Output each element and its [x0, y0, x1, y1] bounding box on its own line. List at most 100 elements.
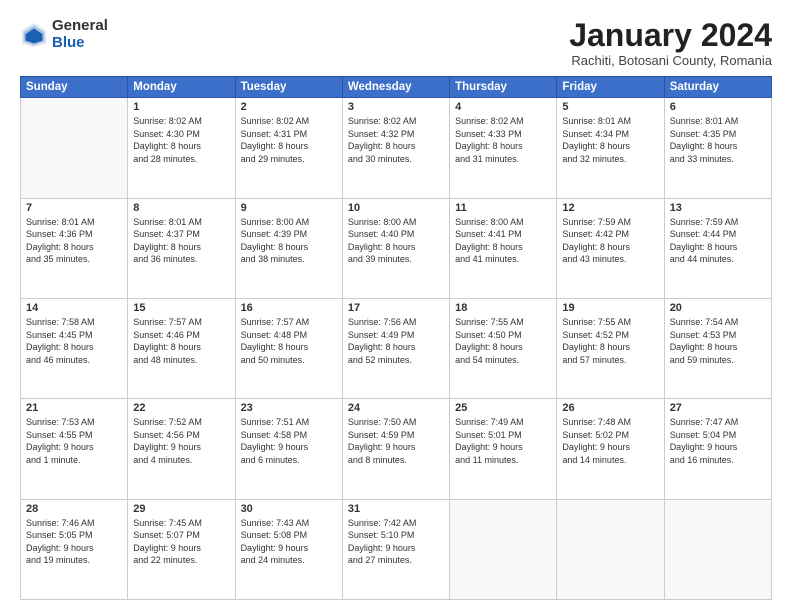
table-row: 7Sunrise: 8:01 AM Sunset: 4:36 PM Daylig… [21, 198, 128, 298]
calendar-week-row: 1 Sunrise: 8:02 AM Sunset: 4:30 PM Daylig… [21, 98, 772, 198]
day-detail: Sunrise: 8:02 AM Sunset: 4:30 PM Dayligh… [133, 115, 229, 165]
table-row: 23 Sunrise: 7:51 AM Sunset: 4:58 PM Dayli… [235, 399, 342, 499]
table-row: 30Sunrise: 7:43 AM Sunset: 5:08 PM Dayli… [235, 499, 342, 599]
day-detail: Sunrise: 8:00 AM Sunset: 4:41 PM Dayligh… [455, 216, 551, 266]
day-detail: Sunrise: 8:02 AM Sunset: 4:31 PM Dayligh… [241, 115, 337, 165]
table-row: 17 Sunrise: 7:56 AM Sunset: 4:49 PM Dayli… [342, 298, 449, 398]
day-detail: Sunrise: 8:01 AM Sunset: 4:34 PM Dayligh… [562, 115, 658, 165]
day-detail: Sunrise: 8:02 AM Sunset: 4:33 PM Dayligh… [455, 115, 551, 165]
calendar-week-row: 21 Sunrise: 7:53 AM Sunset: 4:55 PM Dayli… [21, 399, 772, 499]
day-number: 31 [348, 503, 444, 515]
day-number: 27 [670, 402, 766, 414]
day-detail: Sunrise: 7:55 AM Sunset: 4:50 PM Dayligh… [455, 316, 551, 366]
logo-blue: Blue [52, 35, 108, 52]
day-number: 11 [455, 202, 551, 214]
table-row: 24Sunrise: 7:50 AM Sunset: 4:59 PM Dayli… [342, 399, 449, 499]
day-detail: Sunrise: 7:42 AM Sunset: 5:10 PM Dayligh… [348, 517, 444, 567]
day-number: 26 [562, 402, 658, 414]
day-detail: Sunrise: 7:47 AM Sunset: 5:04 PM Dayligh… [670, 416, 766, 466]
table-row: 14 Sunrise: 7:58 AM Sunset: 4:45 PM Dayli… [21, 298, 128, 398]
day-detail: Sunrise: 7:59 AM Sunset: 4:44 PM Dayligh… [670, 216, 766, 266]
logo-general: General [52, 18, 108, 35]
logo: General Blue [20, 18, 108, 51]
day-number: 12 [562, 202, 658, 214]
day-number: 29 [133, 503, 229, 515]
day-detail: Sunrise: 7:46 AM Sunset: 5:05 PM Dayligh… [26, 517, 122, 567]
table-row: 31 Sunrise: 7:42 AM Sunset: 5:10 PM Dayli… [342, 499, 449, 599]
header-friday: Friday [557, 77, 664, 98]
location: Rachiti, Botosani County, Romania [569, 53, 772, 68]
day-number: 17 [348, 302, 444, 314]
table-row: 9 Sunrise: 8:00 AM Sunset: 4:39 PM Daylig… [235, 198, 342, 298]
day-detail: Sunrise: 7:57 AM Sunset: 4:48 PM Dayligh… [241, 316, 337, 366]
day-number: 19 [562, 302, 658, 314]
day-number: 21 [26, 402, 122, 414]
day-number: 6 [670, 101, 766, 113]
day-detail: Sunrise: 7:45 AM Sunset: 5:07 PM Dayligh… [133, 517, 229, 567]
logo-text: General Blue [52, 18, 108, 51]
table-row: 4Sunrise: 8:02 AM Sunset: 4:33 PM Daylig… [450, 98, 557, 198]
day-detail: Sunrise: 7:58 AM Sunset: 4:45 PM Dayligh… [26, 316, 122, 366]
header-sunday: Sunday [21, 77, 128, 98]
table-row: 18 Sunrise: 7:55 AM Sunset: 4:50 PM Dayli… [450, 298, 557, 398]
title-block: January 2024 Rachiti, Botosani County, R… [569, 18, 772, 68]
table-row: 26 Sunrise: 7:48 AM Sunset: 5:02 PM Dayli… [557, 399, 664, 499]
logo-icon [20, 21, 48, 49]
day-number: 9 [241, 202, 337, 214]
table-row: 6 Sunrise: 8:01 AM Sunset: 4:35 PM Daylig… [664, 98, 771, 198]
table-row: 20Sunrise: 7:54 AM Sunset: 4:53 PM Dayli… [664, 298, 771, 398]
table-row: 19Sunrise: 7:55 AM Sunset: 4:52 PM Dayli… [557, 298, 664, 398]
day-number: 10 [348, 202, 444, 214]
day-number: 30 [241, 503, 337, 515]
month-title: January 2024 [569, 18, 772, 53]
day-number: 8 [133, 202, 229, 214]
table-row: 11 Sunrise: 8:00 AM Sunset: 4:41 PM Dayli… [450, 198, 557, 298]
day-number: 28 [26, 503, 122, 515]
day-detail: Sunrise: 7:51 AM Sunset: 4:58 PM Dayligh… [241, 416, 337, 466]
day-detail: Sunrise: 8:00 AM Sunset: 4:40 PM Dayligh… [348, 216, 444, 266]
day-detail: Sunrise: 7:48 AM Sunset: 5:02 PM Dayligh… [562, 416, 658, 466]
table-row: 1 Sunrise: 8:02 AM Sunset: 4:30 PM Daylig… [128, 98, 235, 198]
calendar-header-row: Sunday Monday Tuesday Wednesday Thursday… [21, 77, 772, 98]
table-row: 10 Sunrise: 8:00 AM Sunset: 4:40 PM Dayli… [342, 198, 449, 298]
day-detail: Sunrise: 7:57 AM Sunset: 4:46 PM Dayligh… [133, 316, 229, 366]
header-monday: Monday [128, 77, 235, 98]
table-row: 16Sunrise: 7:57 AM Sunset: 4:48 PM Dayli… [235, 298, 342, 398]
day-detail: Sunrise: 8:00 AM Sunset: 4:39 PM Dayligh… [241, 216, 337, 266]
table-row: 15 Sunrise: 7:57 AM Sunset: 4:46 PM Dayli… [128, 298, 235, 398]
day-number: 2 [241, 101, 337, 113]
calendar-week-row: 28 Sunrise: 7:46 AM Sunset: 5:05 PM Dayli… [21, 499, 772, 599]
day-detail: Sunrise: 7:53 AM Sunset: 4:55 PM Dayligh… [26, 416, 122, 466]
day-number: 22 [133, 402, 229, 414]
table-row: 25Sunrise: 7:49 AM Sunset: 5:01 PM Dayli… [450, 399, 557, 499]
table-row: 13Sunrise: 7:59 AM Sunset: 4:44 PM Dayli… [664, 198, 771, 298]
table-row: 21 Sunrise: 7:53 AM Sunset: 4:55 PM Dayli… [21, 399, 128, 499]
day-number: 1 [133, 101, 229, 113]
calendar-week-row: 7Sunrise: 8:01 AM Sunset: 4:36 PM Daylig… [21, 198, 772, 298]
day-detail: Sunrise: 8:01 AM Sunset: 4:35 PM Dayligh… [670, 115, 766, 165]
day-detail: Sunrise: 7:54 AM Sunset: 4:53 PM Dayligh… [670, 316, 766, 366]
calendar-table: Sunday Monday Tuesday Wednesday Thursday… [20, 76, 772, 600]
day-number: 15 [133, 302, 229, 314]
table-row [557, 499, 664, 599]
table-row: 3Sunrise: 8:02 AM Sunset: 4:32 PM Daylig… [342, 98, 449, 198]
day-detail: Sunrise: 7:56 AM Sunset: 4:49 PM Dayligh… [348, 316, 444, 366]
day-detail: Sunrise: 7:59 AM Sunset: 4:42 PM Dayligh… [562, 216, 658, 266]
table-row [21, 98, 128, 198]
page: General Blue January 2024 Rachiti, Botos… [0, 0, 792, 612]
calendar-week-row: 14 Sunrise: 7:58 AM Sunset: 4:45 PM Dayli… [21, 298, 772, 398]
table-row [664, 499, 771, 599]
table-row: 2 Sunrise: 8:02 AM Sunset: 4:31 PM Daylig… [235, 98, 342, 198]
day-number: 5 [562, 101, 658, 113]
day-detail: Sunrise: 8:01 AM Sunset: 4:37 PM Dayligh… [133, 216, 229, 266]
day-number: 14 [26, 302, 122, 314]
table-row: 8 Sunrise: 8:01 AM Sunset: 4:37 PM Daylig… [128, 198, 235, 298]
table-row: 22Sunrise: 7:52 AM Sunset: 4:56 PM Dayli… [128, 399, 235, 499]
day-number: 23 [241, 402, 337, 414]
table-row: 5 Sunrise: 8:01 AM Sunset: 4:34 PM Daylig… [557, 98, 664, 198]
day-detail: Sunrise: 8:01 AM Sunset: 4:36 PM Dayligh… [26, 216, 122, 266]
day-number: 18 [455, 302, 551, 314]
header-saturday: Saturday [664, 77, 771, 98]
table-row: 27 Sunrise: 7:47 AM Sunset: 5:04 PM Dayli… [664, 399, 771, 499]
day-detail: Sunrise: 8:02 AM Sunset: 4:32 PM Dayligh… [348, 115, 444, 165]
